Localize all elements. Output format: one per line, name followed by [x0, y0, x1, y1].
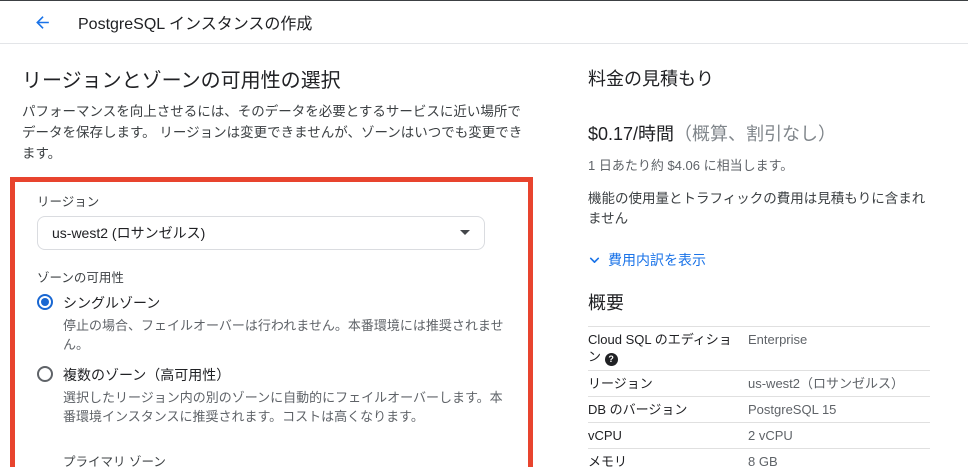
- summary-row-value: 2 vCPU: [748, 427, 793, 443]
- page-title: PostgreSQL インスタンスの作成: [78, 16, 313, 33]
- summary-row-edition: Cloud SQL のエディション ? Enterprise: [588, 327, 930, 371]
- multi-zone-radio[interactable]: [37, 365, 53, 382]
- summary-row-value: Enterprise: [748, 331, 808, 347]
- summary-row-value: 8 GB: [748, 453, 778, 467]
- chevron-down-icon: [589, 257, 600, 263]
- region-zone-section: リージョンとゾーンの可用性の選択 パフォーマンスを向上させるには、そのデータを必…: [10, 44, 567, 467]
- price-qualifier: （概算、割引なし）: [674, 124, 837, 144]
- single-zone-description: 停止の場合、フェイルオーバーは行われません。本番環境には推奨されません。: [63, 317, 504, 353]
- summary-row-label: DB のバージョン: [588, 401, 688, 417]
- price-estimate-panel: 料金の見積もり $0.17/時間（概算、割引なし） 1 日あたり約 $4.06 …: [588, 44, 930, 467]
- multi-zone-description: 選択したリージョン内の別のゾーンに自動的にフェイルオーバーします。本番環境インス…: [63, 389, 503, 425]
- summary-row-label: メモリ: [588, 453, 628, 467]
- summary-row-value: PostgreSQL 15: [748, 401, 837, 417]
- single-zone-label[interactable]: シングルゾーン: [63, 293, 510, 313]
- summary-row-db-version: DB のバージョン PostgreSQL 15: [588, 397, 930, 423]
- summary-row-value: us-west2（ロサンゼルス）: [748, 375, 905, 391]
- single-zone-radio[interactable]: [37, 293, 53, 310]
- summary-row-vcpu: vCPU 2 vCPU: [588, 423, 930, 449]
- section-description: パフォーマンスを向上させるには、そのデータを必要とするサービスに近い場所でデータ…: [22, 104, 523, 161]
- section-title: リージョンとゾーンの可用性の選択: [22, 70, 341, 92]
- summary-row-label: Cloud SQL のエディション ?: [588, 331, 732, 366]
- summary-row-label: vCPU: [588, 427, 622, 443]
- region-dropdown[interactable]: us-west2 (ロサンゼルス): [37, 215, 485, 250]
- multi-zone-label[interactable]: 複数のゾーン（高可用性）: [63, 365, 510, 385]
- estimate-title: 料金の見積もり: [588, 69, 714, 89]
- radio-dot: [41, 297, 49, 306]
- summary-row-region: リージョン us-west2（ロサンゼルス）: [588, 371, 930, 397]
- price-line: $0.17/時間（概算、割引なし）: [588, 120, 930, 146]
- help-icon[interactable]: ?: [604, 352, 618, 366]
- price-exclusion-note: 機能の使用量とトラフィックの費用は見積もりに含まれません: [588, 191, 926, 226]
- main-content: リージョンとゾーンの可用性の選択 パフォーマンスを向上させるには、そのデータを必…: [0, 44, 968, 467]
- cost-breakdown-link-label: 費用内訳を表示: [608, 252, 706, 268]
- page-header: PostgreSQL インスタンスの作成: [0, 1, 968, 44]
- summary-title: 概要: [588, 292, 624, 313]
- price-per-hour: $0.17/時間: [588, 124, 675, 144]
- highlighted-region-zone-box: リージョン us-west2 (ロサンゼルス) ゾーンの可用性 シングルゾーン …: [10, 176, 533, 467]
- price-per-day-note: 1 日あたり約 $4.06 に相当します。: [588, 158, 794, 173]
- summary-row-label: リージョン: [588, 375, 653, 391]
- back-arrow-icon[interactable]: [30, 10, 54, 34]
- single-zone-option: シングルゾーン 停止の場合、フェイルオーバーは行われません。本番環境には推奨され…: [37, 293, 510, 355]
- summary-row-memory: メモリ 8 GB: [588, 449, 930, 467]
- primary-zone-label: プライマリ ゾーン: [63, 454, 166, 467]
- cost-breakdown-link[interactable]: 費用内訳を表示: [588, 250, 706, 270]
- zone-availability-label: ゾーンの可用性: [37, 270, 124, 285]
- region-label: リージョン: [37, 194, 100, 209]
- region-dropdown-value: us-west2 (ロサンゼルス): [52, 224, 206, 241]
- summary-table: Cloud SQL のエディション ? Enterprise リージョン us-…: [588, 325, 930, 467]
- dropdown-arrow-icon: [460, 230, 470, 236]
- multi-zone-option: 複数のゾーン（高可用性） 選択したリージョン内の別のゾーンに自動的にフェイルオー…: [37, 365, 510, 427]
